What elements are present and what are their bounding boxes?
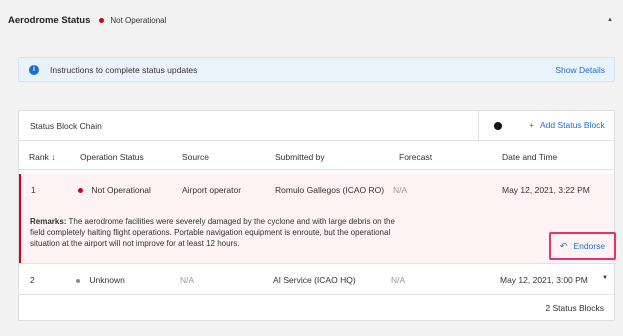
panel-title: Aerodrome Status bbox=[8, 14, 91, 26]
table-row[interactable]: 1 Not Operational Airport operator Romul… bbox=[19, 174, 616, 263]
table-row[interactable]: 2 Unknown N/A AI Service (ICAO HQ) N/A M… bbox=[19, 264, 614, 294]
endorse-button[interactable]: ↶ Endorse bbox=[549, 232, 616, 260]
column-header-submitted-by: Submitted by bbox=[275, 152, 325, 162]
row-status-label: Not Operational bbox=[91, 185, 151, 195]
panel-header[interactable]: Aerodrome Status Not Operational ▲ bbox=[8, 12, 615, 28]
row-submitted-by: Romulo Gallegos (ICAO RO) bbox=[275, 185, 385, 195]
add-status-block-label: Add Status Block bbox=[539, 120, 605, 130]
row-status: Not Operational bbox=[78, 185, 151, 195]
endorse-label: Endorse bbox=[573, 241, 606, 251]
show-details-link[interactable]: Show Details bbox=[555, 65, 605, 75]
status-dot-red bbox=[78, 188, 83, 194]
row-datetime: May 12, 2021, 3:22 PM bbox=[502, 185, 590, 195]
column-header-rank[interactable]: Rank ↓ bbox=[29, 152, 55, 162]
undo-arrow-icon: ↶ bbox=[559, 240, 568, 251]
caret-up-icon[interactable]: ▲ bbox=[607, 17, 613, 23]
remarks-text-line3: situation at the airport will not improv… bbox=[30, 239, 240, 248]
row-forecast: N/A bbox=[393, 185, 408, 195]
divider bbox=[19, 294, 614, 295]
add-status-block-button[interactable]: + Add Status Block bbox=[529, 120, 605, 130]
status-block-count: 2 Status Blocks bbox=[545, 303, 604, 313]
remarks-text-line2: field completely halting flight operatio… bbox=[30, 228, 391, 237]
chain-status-indicator bbox=[494, 122, 502, 130]
row-submitted-by: AI Service (ICAO HQ) bbox=[273, 275, 356, 285]
row-forecast: N/A bbox=[391, 275, 406, 285]
row-datetime: May 12, 2021, 3:00 PM bbox=[500, 275, 588, 285]
caret-down-icon[interactable]: ▼ bbox=[602, 275, 608, 281]
status-block-chain-bar: Status Block Chain bbox=[19, 111, 614, 141]
row-status: Unknown bbox=[76, 275, 125, 285]
status-block-chain-title: Status Block Chain bbox=[30, 120, 102, 131]
row-rank: 1 bbox=[31, 185, 36, 195]
column-header-operation-status: Operation Status bbox=[80, 152, 144, 162]
status-dot-gray bbox=[76, 278, 80, 283]
status-block-table: Status Block Chain + Add Status Block Ran… bbox=[18, 110, 616, 321]
divider bbox=[478, 111, 479, 141]
divider bbox=[19, 169, 614, 170]
plus-icon: + bbox=[529, 120, 534, 130]
info-icon: i bbox=[29, 64, 39, 75]
column-header-date-time: Date and Time bbox=[502, 152, 558, 162]
remarks-text-line1: The aerodrome facilities were severely d… bbox=[66, 217, 395, 226]
column-header-forecast: Forecast bbox=[399, 152, 433, 162]
aerodrome-status-panel: Aerodrome Status Not Operational ▲ i Ins… bbox=[0, 0, 623, 336]
row-remarks: Remarks: The aerodrome facilities were s… bbox=[30, 216, 500, 249]
row-status-label: Unknown bbox=[89, 275, 125, 285]
row-source: Airport operator bbox=[182, 185, 242, 195]
row-rank: 2 bbox=[30, 275, 35, 285]
header-status: Not Operational bbox=[110, 15, 167, 25]
instructions-banner: i Instructions to complete status update… bbox=[18, 57, 615, 82]
instructions-text: Instructions to complete status updates bbox=[50, 64, 198, 75]
status-dot-red bbox=[99, 17, 105, 23]
remarks-label: Remarks: bbox=[30, 217, 67, 226]
column-header-source: Source bbox=[182, 152, 209, 162]
row-source: N/A bbox=[180, 275, 195, 285]
